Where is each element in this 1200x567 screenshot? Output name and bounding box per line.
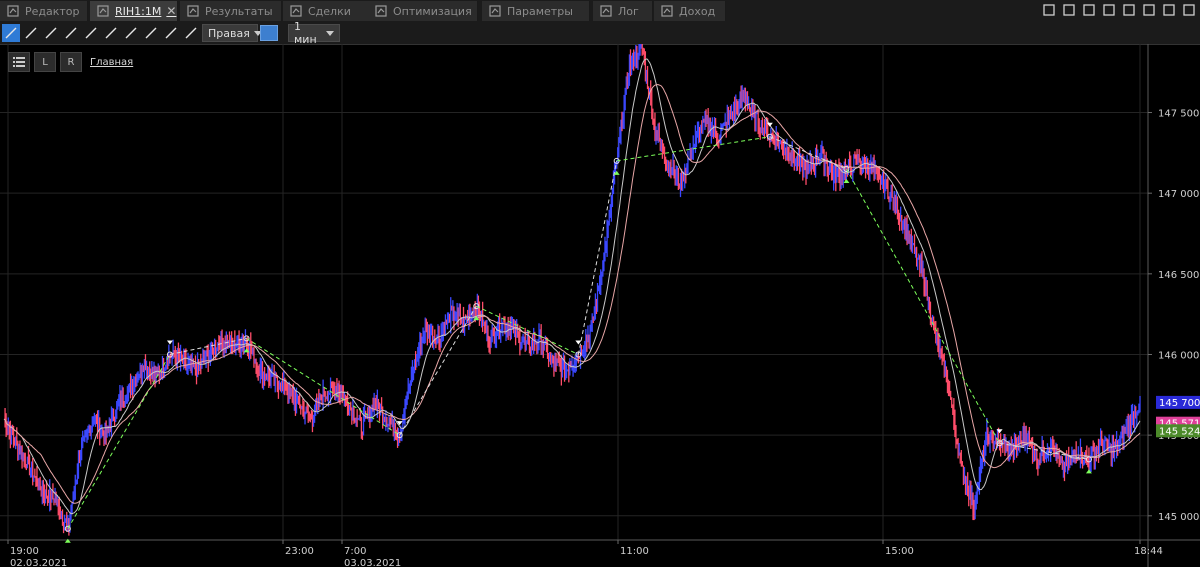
ray-tool-icon[interactable]: [62, 24, 80, 42]
x-tick-label: 23:00: [285, 546, 314, 557]
editor-icon: [7, 5, 19, 17]
x-tick-label: 19:00: [10, 546, 39, 557]
vertical-line-tool-icon[interactable]: [122, 24, 140, 42]
play-icon[interactable]: [1162, 3, 1176, 17]
line-tool-icon[interactable]: [42, 24, 60, 42]
candles: [4, 44, 1141, 536]
tab-label: Результаты: [205, 4, 273, 18]
chart-icon: [97, 5, 109, 17]
window-actions: [1042, 3, 1196, 17]
line-color-swatch[interactable]: [260, 25, 278, 41]
axis-side-select[interactable]: Правая: [202, 24, 262, 42]
y-tick-label: 146 000: [1158, 350, 1199, 361]
list-icon[interactable]: [8, 52, 30, 72]
tab-label: Параметры: [507, 4, 573, 18]
income-icon: [661, 5, 673, 17]
crosshair-tool-icon[interactable]: [22, 24, 40, 42]
cursor-tool-icon[interactable]: [2, 24, 20, 42]
optimization-icon: [375, 5, 387, 17]
moving-average-slow: [3, 84, 1141, 504]
y-tick-label: 145 000: [1158, 512, 1199, 523]
y-tick-label: 147 000: [1158, 189, 1199, 200]
axis-side-value: Правая: [208, 26, 250, 40]
log-icon: [600, 5, 612, 17]
save-icon[interactable]: [1102, 3, 1116, 17]
tab-label: Редактор: [25, 4, 80, 18]
tab-label: Доход: [679, 4, 716, 18]
price-label: 145 700: [1159, 398, 1200, 409]
x-tick-label: 18:44: [1134, 546, 1163, 557]
code-icon[interactable]: [1042, 3, 1056, 17]
moving-average-fast: [3, 58, 1141, 515]
tab-income[interactable]: Доход: [654, 1, 726, 21]
price-chart[interactable]: 147 500147 000146 500146 000145 500145 0…: [0, 44, 1200, 567]
pointer-tool-icon[interactable]: [182, 24, 200, 42]
chevron-down-icon: [326, 30, 334, 36]
pane-title-link[interactable]: Главная: [90, 57, 133, 68]
parameters-icon: [489, 5, 501, 17]
tab-optimization[interactable]: Оптимизация: [368, 1, 478, 21]
tab-label: RIH1:1M: [115, 4, 162, 18]
folder-icon[interactable]: [1082, 3, 1096, 17]
stop-icon[interactable]: [1182, 3, 1196, 17]
arrow-line-tool-icon[interactable]: [82, 24, 100, 42]
tab-label: Оптимизация: [393, 4, 472, 18]
timeframe-value: 1 мин: [294, 20, 317, 46]
price-label: 145 524: [1159, 426, 1200, 437]
left-axis-button[interactable]: L: [34, 52, 56, 72]
tab-bar: Редактор RIH1:1M ✕ Результаты Сделки Оптимиза…: [0, 0, 1200, 23]
refresh-icon[interactable]: [1142, 3, 1156, 17]
trade-link-line: [577, 160, 618, 355]
fibonacci-tool-icon[interactable]: [142, 24, 160, 42]
drawing-toolbar: Правая 1 мин: [0, 20, 1200, 46]
x-tick-date: 03.03.2021: [344, 558, 401, 567]
tab-deals[interactable]: Сделки: [283, 1, 373, 21]
results-icon: [187, 5, 199, 17]
x-tick-date: 02.03.2021: [10, 558, 67, 567]
deals-icon: [290, 5, 302, 17]
tab-chart[interactable]: RIH1:1M ✕: [90, 1, 178, 21]
close-icon[interactable]: ✕: [166, 4, 176, 18]
tab-label: Лог: [618, 4, 639, 18]
x-tick-label: 7:00: [344, 546, 366, 557]
tab-label: Сделки: [308, 4, 351, 18]
timeframe-select[interactable]: 1 мин: [288, 20, 340, 46]
trade-link-line: [845, 168, 1001, 444]
tab-parameters[interactable]: Параметры: [482, 1, 590, 21]
pane-controls: L R: [8, 52, 82, 72]
chevron-down-icon[interactable]: [1062, 3, 1076, 17]
tab-log[interactable]: Лог: [593, 1, 653, 21]
y-tick-label: 147 500: [1158, 109, 1199, 120]
horizontal-line-tool-icon[interactable]: [102, 24, 120, 42]
right-axis-button[interactable]: R: [60, 52, 82, 72]
x-tick-label: 15:00: [885, 546, 914, 557]
download-icon[interactable]: [1122, 3, 1136, 17]
text-tool-icon[interactable]: [162, 24, 180, 42]
tab-editor[interactable]: Редактор: [0, 1, 88, 21]
x-tick-label: 11:00: [620, 546, 649, 557]
y-tick-label: 146 500: [1158, 270, 1199, 281]
tab-results[interactable]: Результаты: [180, 1, 282, 21]
